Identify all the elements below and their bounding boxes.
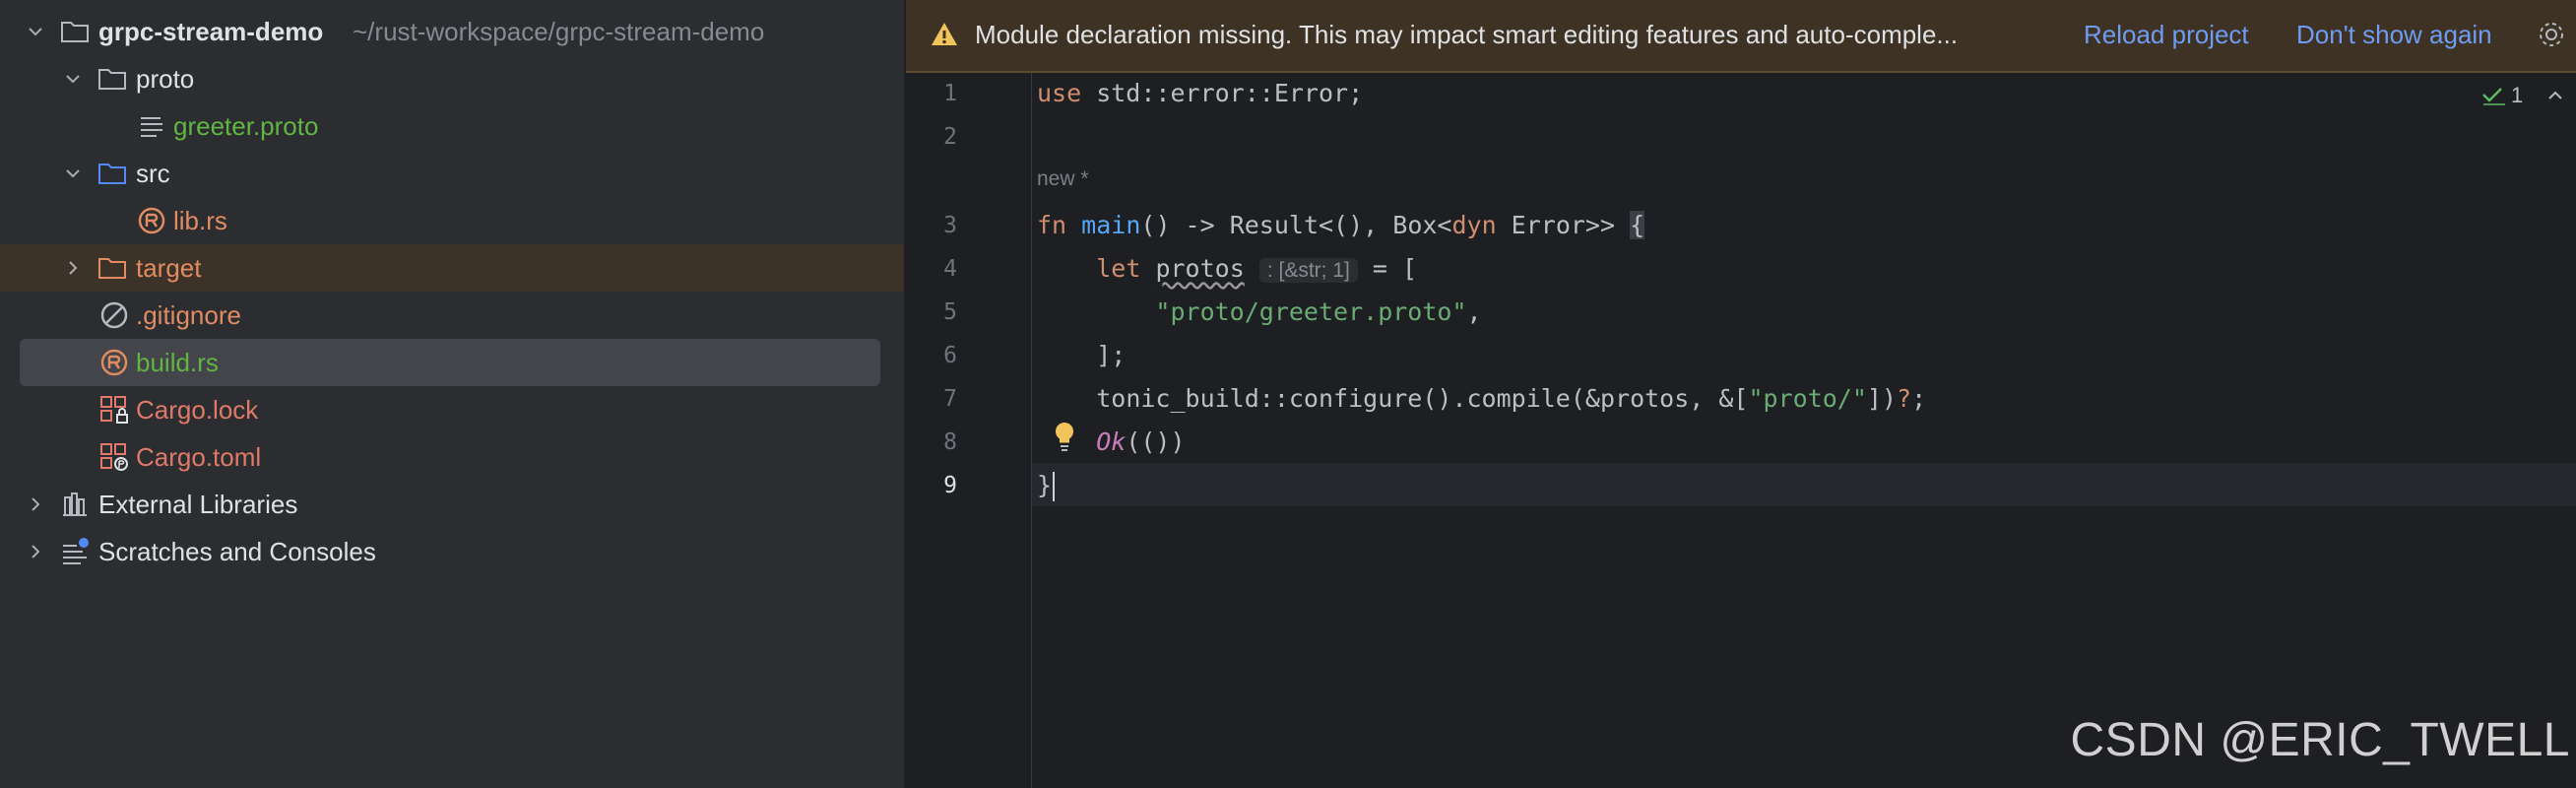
reload-project-link[interactable]: Reload project [2084, 20, 2249, 50]
tree-item-label: Scratches and Consoles [98, 537, 376, 566]
ignore-file-icon [100, 301, 128, 329]
text-caret [1053, 472, 1056, 501]
project-tree: grpc-stream-demo ~/rust-workspace/grpc-s… [0, 0, 904, 788]
code-line-7: tonic_build::configure().compile(&protos… [1096, 384, 1927, 413]
cargo-toml-icon [100, 443, 128, 471]
tree-item-label: grpc-stream-demo [98, 17, 324, 46]
warning-icon [932, 23, 957, 45]
line-number: 6 [943, 343, 957, 368]
rust-file-icon [100, 349, 128, 376]
excluded-folder-icon [98, 258, 126, 279]
tree-item-greeter-proto[interactable]: greeter.proto [0, 102, 904, 150]
tree-item-label: .gitignore [136, 300, 241, 330]
line-number: 1 [943, 81, 957, 106]
tree-item-path: ~/rust-workspace/grpc-stream-demo [353, 17, 765, 46]
inspection-count: 1 [2511, 83, 2524, 107]
folder-icon [61, 22, 89, 42]
banner-message: Module declaration missing. This may imp… [975, 20, 1959, 49]
tree-item-label: External Libraries [98, 490, 298, 519]
code-line-5: "proto/greeter.proto", [1155, 297, 1482, 326]
tree-item-label: src [136, 159, 170, 188]
code-line-4: let protos : [&str; 1] = [ [1096, 254, 1418, 283]
tree-item-lib-rs[interactable]: lib.rs [0, 197, 904, 244]
line-number: 3 [943, 213, 957, 238]
rust-file-icon [138, 207, 165, 234]
tree-item-label: Cargo.toml [136, 442, 262, 472]
line-number: 8 [943, 429, 957, 455]
dont-show-again-link[interactable]: Don't show again [2296, 20, 2492, 50]
cargo-lock-icon [100, 396, 128, 424]
tree-item-label: Cargo.lock [136, 395, 259, 425]
code-line-8: Ok(()) [1096, 427, 1186, 456]
tree-item-cargo-lock[interactable]: Cargo.lock [0, 386, 904, 433]
code-line-6: ]; [1096, 341, 1127, 369]
tree-item-cargo-toml[interactable]: Cargo.toml [0, 433, 904, 481]
tree-item-target[interactable]: target [0, 244, 904, 292]
line-number: 7 [943, 386, 957, 412]
chevron-down-icon[interactable] [26, 22, 45, 41]
text-file-icon [141, 117, 162, 137]
chevron-down-icon[interactable] [63, 69, 83, 89]
chevron-down-icon[interactable] [63, 164, 83, 183]
line-number: 5 [943, 299, 957, 325]
tree-item-label: greeter.proto [173, 111, 319, 141]
tree-item-root[interactable]: grpc-stream-demo ~/rust-workspace/grpc-s… [0, 8, 904, 55]
code-line-3: fn main() -> Result<(), Box<dyn Error>> … [1037, 211, 1645, 239]
line-number: 2 [943, 124, 957, 150]
tree-item-label: target [136, 253, 202, 283]
current-line-highlight [906, 463, 2576, 506]
watermark: CSDN @ERIC_TWELL [2070, 714, 2570, 766]
tree-item-src[interactable]: src [0, 150, 904, 197]
chevron-right-icon[interactable] [63, 258, 83, 278]
tree-item-scratches[interactable]: Scratches and Consoles [0, 528, 904, 575]
notification-banner: Module declaration missing. This may imp… [906, 0, 2576, 73]
code-vision-author[interactable]: new * [1037, 167, 1089, 191]
chevron-up-icon[interactable] [2546, 87, 2564, 104]
code-editor[interactable]: Module declaration missing. This may imp… [906, 0, 2576, 788]
gear-icon[interactable] [2537, 20, 2566, 49]
line-number-active: 9 [943, 473, 957, 498]
tree-item-external-libraries[interactable]: External Libraries [0, 481, 904, 528]
tree-item-label: lib.rs [173, 206, 227, 235]
code-line-1: use std::error::Error; [1037, 79, 1364, 107]
tree-item-label: proto [136, 64, 195, 94]
folder-icon [98, 69, 126, 90]
line-number: 4 [943, 256, 957, 282]
tree-item-proto[interactable]: proto [0, 55, 904, 102]
inlay-type-hint: : [&str; 1] [1258, 258, 1358, 283]
chevron-right-icon[interactable] [26, 494, 45, 514]
gutter-separator [1031, 73, 1032, 788]
code-line-9: } [1037, 471, 1056, 501]
library-icon [63, 492, 87, 516]
tree-item-label: build.rs [136, 348, 219, 377]
scratches-icon [63, 538, 89, 564]
tree-item-build-rs[interactable]: build.rs [20, 339, 880, 386]
chevron-right-icon[interactable] [26, 542, 45, 561]
source-folder-icon [98, 164, 126, 184]
check-icon [2482, 88, 2505, 105]
tree-item-gitignore[interactable]: .gitignore [0, 292, 904, 339]
